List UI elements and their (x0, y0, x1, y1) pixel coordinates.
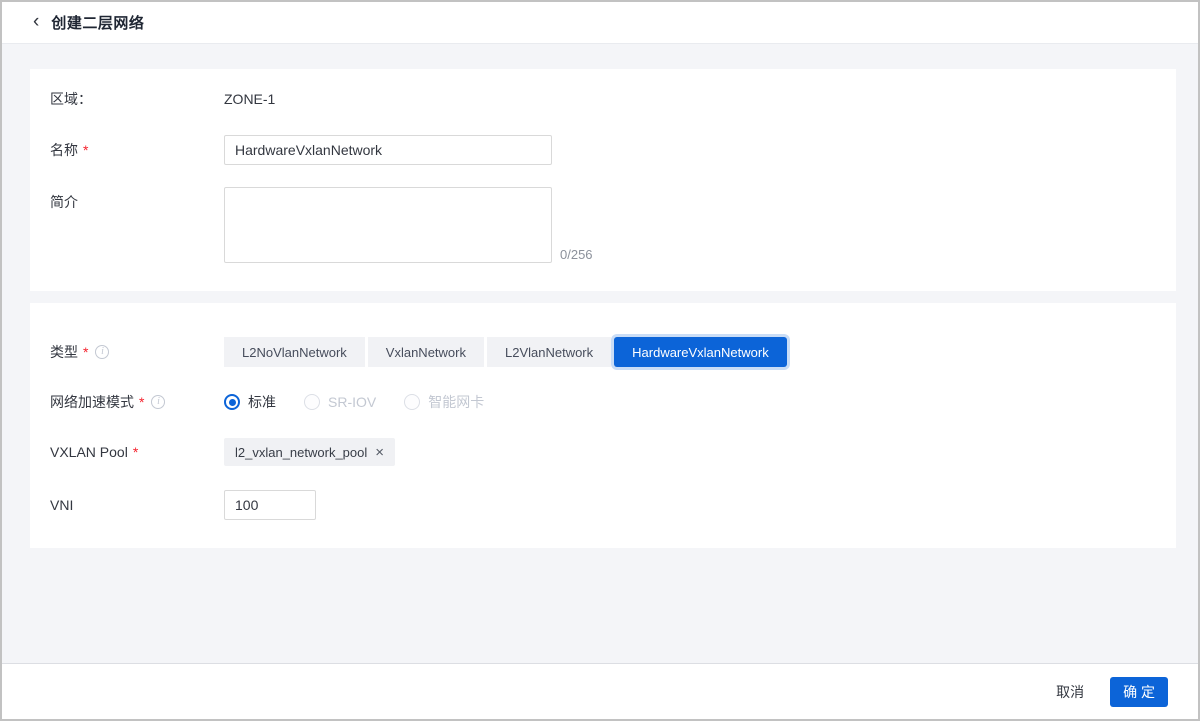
zone-row: 区域： ZONE-1 (50, 89, 1156, 109)
page-title: 创建二层网络 (51, 12, 144, 33)
name-input[interactable] (224, 135, 552, 165)
page-header: ‹ 创建二层网络 (2, 2, 1198, 44)
required-asterisk: * (83, 140, 88, 160)
type-label: 类型 * i (50, 342, 224, 362)
vni-label: VNI (50, 495, 224, 515)
description-field-wrap: 0/256 (224, 187, 593, 263)
info-icon[interactable]: i (151, 395, 165, 409)
char-counter: 0/256 (560, 247, 593, 263)
required-asterisk: * (83, 342, 88, 362)
description-row: 简介 0/256 (50, 187, 1156, 263)
radio-sriov: SR-IOV (304, 394, 376, 410)
close-icon[interactable]: × (375, 445, 384, 460)
type-option-l2vlannetwork[interactable]: L2VlanNetwork (487, 337, 611, 367)
page-body: 区域： ZONE-1 名称 * 简介 0/256 类型 * (2, 44, 1198, 663)
type-button-group: L2NoVlanNetwork VxlanNetwork L2VlanNetwo… (224, 337, 787, 367)
name-row: 名称 * (50, 135, 1156, 165)
name-label: 名称 * (50, 140, 224, 160)
type-row: 类型 * i L2NoVlanNetwork VxlanNetwork L2Vl… (50, 337, 1156, 367)
page-footer: 取消 确 定 (2, 663, 1198, 719)
vni-row: VNI (50, 490, 1156, 520)
required-asterisk: * (133, 442, 138, 462)
zone-label: 区域： (50, 89, 224, 109)
vni-input[interactable] (224, 490, 316, 520)
vxlan-pool-row: VXLAN Pool * l2_vxlan_network_pool × (50, 438, 1156, 466)
basic-info-card: 区域： ZONE-1 名称 * 简介 0/256 (30, 69, 1176, 291)
acceleration-radio-group: 标准 SR-IOV 智能网卡 (224, 392, 512, 412)
acceleration-label: 网络加速模式 * i (50, 392, 224, 412)
type-option-hardwarevxlannetwork[interactable]: HardwareVxlanNetwork (614, 337, 787, 367)
type-option-vxlannetwork[interactable]: VxlanNetwork (368, 337, 484, 367)
vxlan-pool-tag-label: l2_vxlan_network_pool (235, 445, 367, 460)
description-textarea[interactable] (224, 187, 552, 263)
radio-unselected-icon (304, 394, 320, 410)
vxlan-pool-label: VXLAN Pool * (50, 442, 224, 462)
info-icon[interactable]: i (95, 345, 109, 359)
network-settings-card: 类型 * i L2NoVlanNetwork VxlanNetwork L2Vl… (30, 303, 1176, 548)
zone-value: ZONE-1 (224, 91, 275, 107)
acceleration-row: 网络加速模式 * i 标准 SR-IOV 智能网卡 (50, 392, 1156, 412)
back-icon[interactable]: ‹ (33, 12, 39, 33)
radio-smartnic: 智能网卡 (404, 392, 484, 412)
radio-selected-icon (224, 394, 240, 410)
description-label: 简介 (50, 192, 224, 212)
radio-standard[interactable]: 标准 (224, 392, 276, 412)
cancel-button[interactable]: 取消 (1056, 682, 1084, 702)
radio-unselected-icon (404, 394, 420, 410)
vxlan-pool-tag[interactable]: l2_vxlan_network_pool × (224, 438, 395, 466)
required-asterisk: * (139, 392, 144, 412)
confirm-button[interactable]: 确 定 (1110, 677, 1168, 707)
type-option-l2novlannetwork[interactable]: L2NoVlanNetwork (224, 337, 365, 367)
